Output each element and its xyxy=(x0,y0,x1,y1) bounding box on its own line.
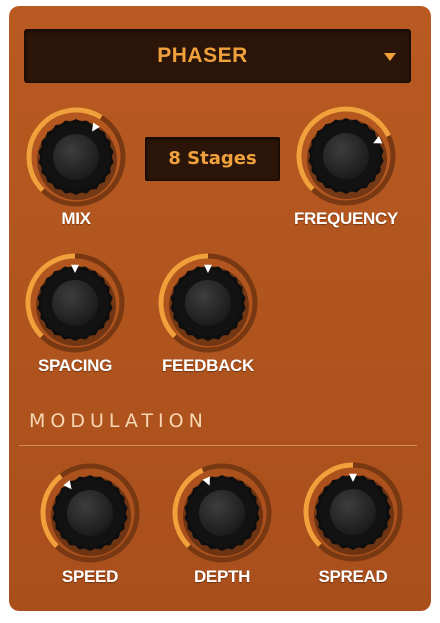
triangle-down-icon xyxy=(384,53,396,61)
spacing-label: SPACING xyxy=(37,356,113,375)
spread-label: SPREAD xyxy=(318,567,388,586)
depth-knob-graphic xyxy=(172,463,272,563)
mix-knob-cap xyxy=(53,134,99,180)
modulation-section-title: MODULATION xyxy=(29,410,208,432)
section-divider xyxy=(19,445,417,446)
feedback-knob-cap xyxy=(185,280,231,326)
effect-selector-dropdown[interactable]: PHASER xyxy=(24,29,411,83)
spacing-knob-cap xyxy=(52,280,98,326)
frequency-knob-cap xyxy=(323,133,369,179)
speed-knob-cap xyxy=(67,490,113,536)
frequency-label: FREQUENCY xyxy=(293,209,399,228)
mix-label: MIX xyxy=(61,209,91,228)
phaser-panel: PHASER 8 Stages MIX FREQUENCY SPACING FE… xyxy=(9,6,431,611)
depth-label: DEPTH xyxy=(193,567,251,586)
speed-knob-graphic xyxy=(40,463,140,563)
effect-name: PHASER xyxy=(157,44,248,67)
spread-knob-cap xyxy=(330,489,376,535)
frequency-knob-graphic xyxy=(296,106,396,206)
feedback-knob-graphic xyxy=(158,253,258,353)
depth-knob-cap xyxy=(199,490,245,536)
mix-knob-graphic xyxy=(26,107,126,207)
stages-selector[interactable]: 8 Stages xyxy=(145,137,280,181)
speed-label: SPEED xyxy=(61,567,119,586)
stages-value: 8 Stages xyxy=(168,148,257,169)
feedback-label: FEEDBACK xyxy=(161,356,255,375)
spread-knob-graphic xyxy=(303,462,403,562)
spacing-knob-graphic xyxy=(25,253,125,353)
